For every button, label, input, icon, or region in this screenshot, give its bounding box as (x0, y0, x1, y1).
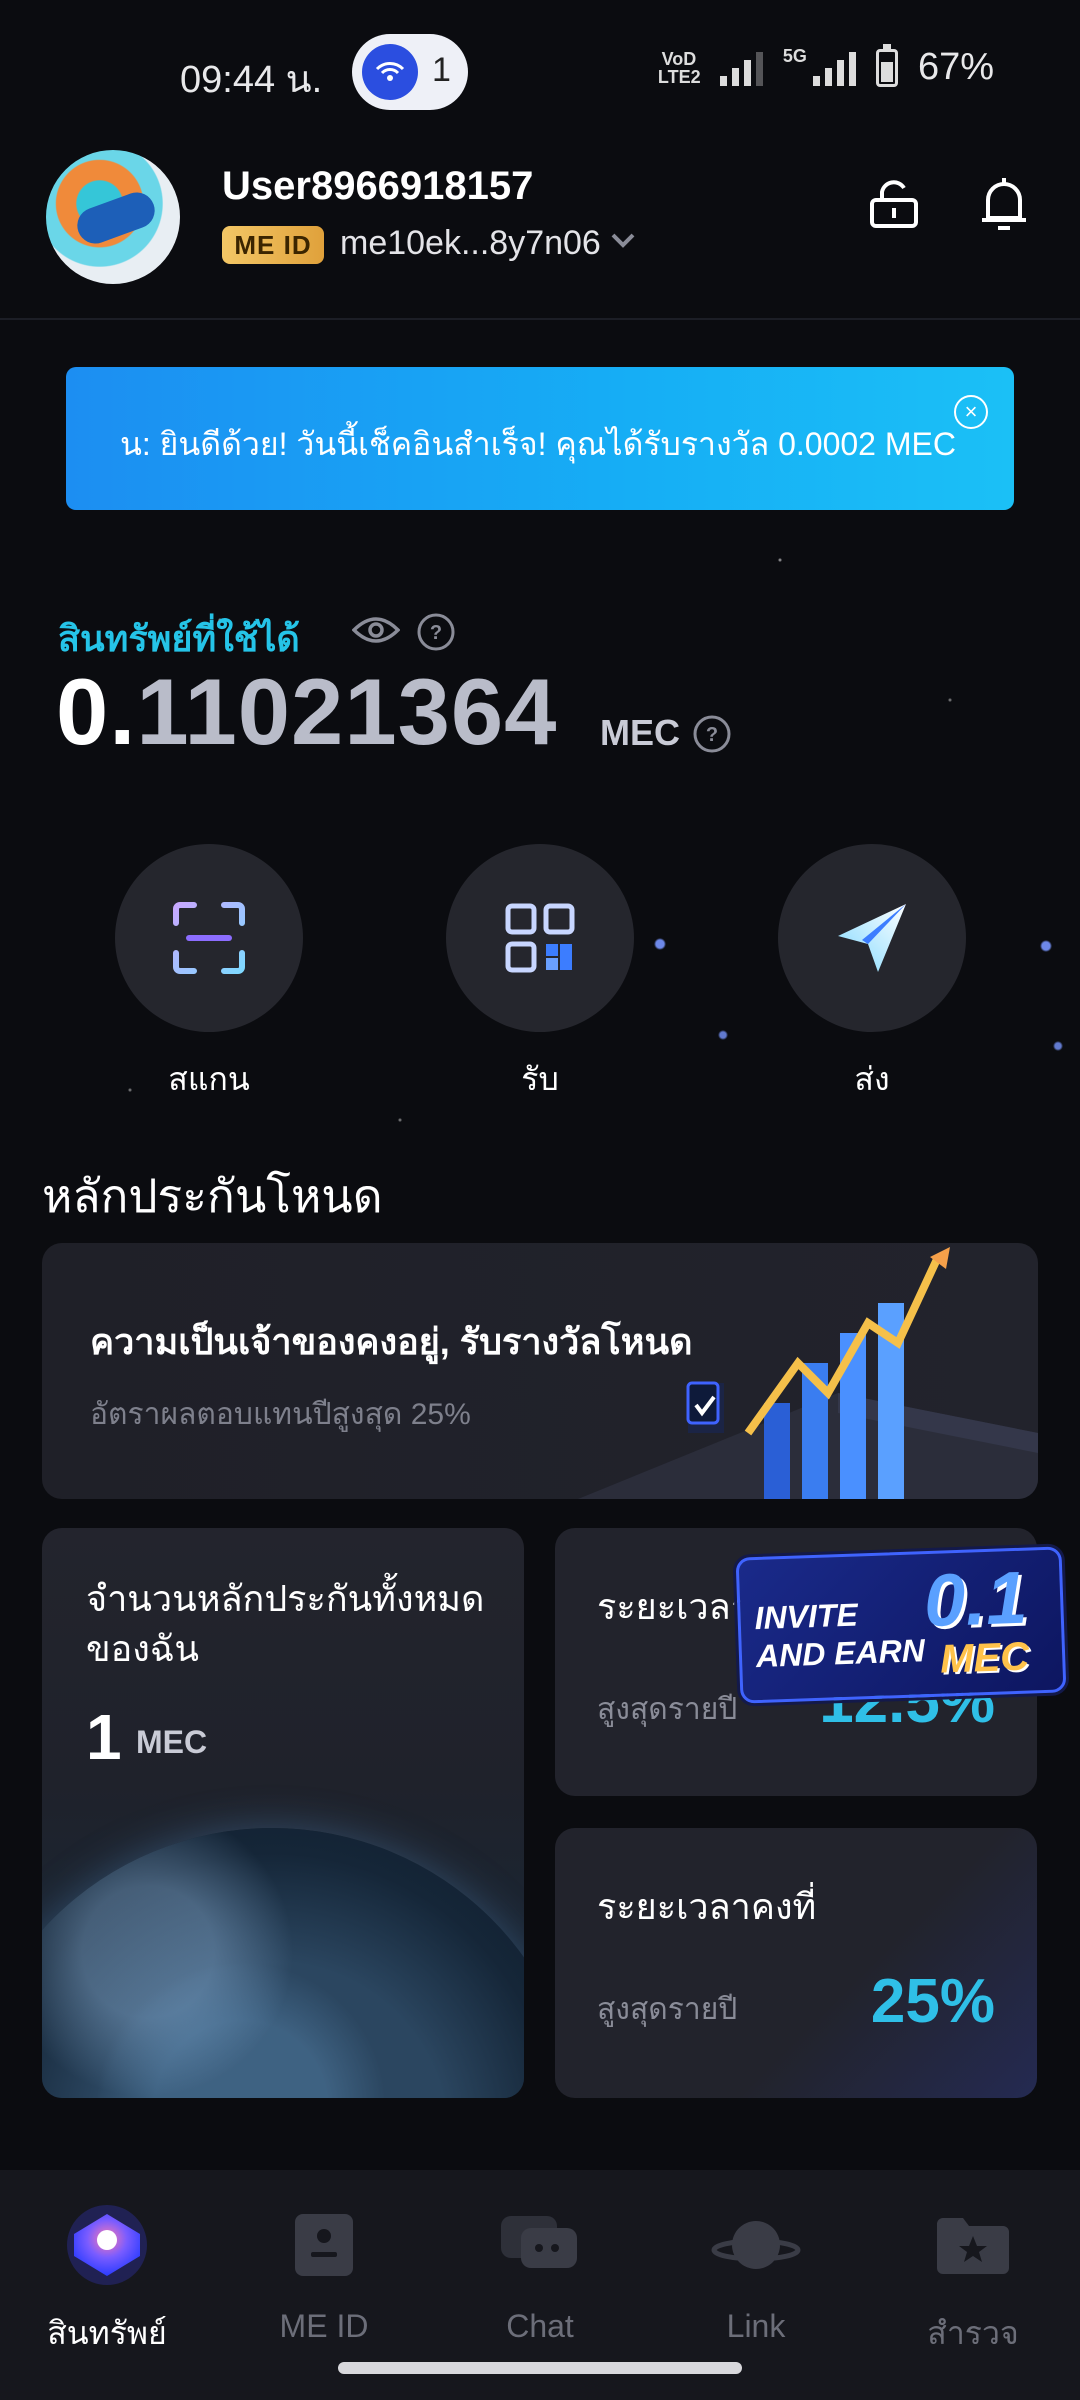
banner-text: น: ยินดีด้วย! วันนี้เช็คอินสำเร็จ! คุณได… (120, 426, 956, 462)
paper-plane-icon (778, 844, 966, 1032)
invite-and-earn-badge[interactable]: INVITE AND EARN 0.1 MEC (735, 1546, 1067, 1704)
signal-5g-icon (812, 50, 856, 86)
hotspot-icon (362, 44, 418, 100)
send-button[interactable]: ส่ง (778, 844, 966, 1105)
me-id-badge: ME ID (222, 226, 324, 264)
signal-icon (719, 50, 763, 86)
nav-explore[interactable]: สำรวจ (898, 2200, 1048, 2359)
globe-illustration (42, 1828, 524, 2098)
svg-text:?: ? (430, 622, 442, 644)
nav-assets[interactable]: สินทรัพย์ (32, 2200, 182, 2359)
checkin-banner: น: ยินดีด้วย! วันนี้เช็คอินสำเร็จ! คุณได… (66, 367, 1014, 510)
fixed-term-title: ระยะเวลาคงที่ (597, 1886, 817, 1927)
balance-unit: MEC (600, 712, 680, 753)
nav-me-id[interactable]: ME ID (249, 2200, 399, 2345)
network-5g-label: 5G (782, 46, 807, 66)
status-time: 09:44 น. (180, 59, 323, 101)
hotspot-indicator: 1 (352, 34, 468, 110)
fixed-term-subtitle: สูงสุดรายปี (597, 1993, 738, 2026)
receive-label: รับ (521, 1061, 559, 1097)
eye-icon[interactable] (351, 612, 401, 653)
chat-icon (495, 2200, 585, 2290)
volte-icon: VoD LTE2 (657, 48, 701, 87)
bell-icon[interactable] (976, 174, 1032, 234)
section-title: หลักประกันโหนด (42, 1170, 383, 1222)
flexible-term-subtitle: สูงสุดรายปี (597, 1693, 738, 1726)
assets-icon (62, 2200, 152, 2290)
nav-link-label: Link (726, 2308, 786, 2344)
account-header: User8966918157 ME ID me10ek...8y7n06 (0, 140, 1080, 320)
fixed-term-card[interactable]: ระยะเวลาคงที่ สูงสุดรายปี 25% (555, 1828, 1037, 2098)
svg-text:?: ? (706, 724, 718, 746)
close-icon[interactable]: × (954, 395, 988, 429)
nav-chat-label: Chat (506, 2308, 574, 2344)
nav-me-id-label: ME ID (279, 2308, 369, 2344)
help-icon[interactable]: ? (416, 612, 456, 657)
planet-icon (711, 2200, 801, 2290)
total-stake-unit: MEC (136, 1724, 208, 1760)
hotspot-count: 1 (432, 51, 451, 89)
growth-chart-illustration (578, 1247, 1038, 1499)
home-indicator[interactable] (338, 2362, 742, 2374)
status-icons: VoD LTE2 5G 67% (657, 43, 994, 89)
nav-chat[interactable]: Chat (465, 2200, 615, 2345)
receive-button[interactable]: รับ (446, 844, 634, 1105)
lock-icon[interactable] (866, 176, 922, 232)
explore-folder-icon (928, 2200, 1018, 2290)
invite-line2: AND EARN (755, 1632, 926, 1675)
scan-icon (115, 844, 303, 1032)
nav-assets-label: สินทรัพย์ (47, 2315, 167, 2351)
promo-subtitle: อัตราผลตอบแทนปีสูงสุด 25% (90, 1398, 471, 1431)
send-label: ส่ง (854, 1061, 890, 1097)
fixed-term-rate: 25% (870, 1967, 995, 2036)
total-stake-title: จำนวนหลักประกันทั้งหมดของฉัน (86, 1578, 485, 1669)
balance-value: 0.11021364 (56, 659, 558, 764)
qr-code-icon (446, 844, 634, 1032)
scan-button[interactable]: สแกน (115, 844, 303, 1105)
my-total-stake-card[interactable]: จำนวนหลักประกันทั้งหมดของฉัน 1 MEC (42, 1528, 524, 2098)
battery-percent: 67% (917, 46, 994, 88)
total-stake-amount: 1 (86, 1701, 122, 1773)
invite-amount: 0.1 (922, 1555, 1029, 1643)
invite-unit: MEC (939, 1634, 1030, 1682)
help-icon[interactable]: ? (692, 714, 732, 759)
staking-promo-card[interactable]: ความเป็นเจ้าของคงอยู่, รับรางวัลโหนด อัต… (42, 1243, 1038, 1499)
flexible-term-title: ระยะเวลา (597, 1586, 751, 1627)
avatar[interactable] (46, 150, 180, 284)
status-bar: 09:44 น. 1 VoD LTE2 5G 67% (0, 0, 1080, 140)
wallet-address[interactable]: me10ek...8y7n06 (340, 224, 601, 263)
scan-label: สแกน (168, 1061, 250, 1097)
battery-icon (875, 43, 898, 87)
id-card-icon (279, 2200, 369, 2290)
chevron-down-icon[interactable] (610, 230, 636, 255)
username: User8966918157 (222, 164, 534, 208)
nav-explore-label: สำรวจ (927, 2315, 1019, 2351)
invite-line1: INVITE (754, 1596, 859, 1637)
nav-link[interactable]: Link (681, 2200, 831, 2345)
